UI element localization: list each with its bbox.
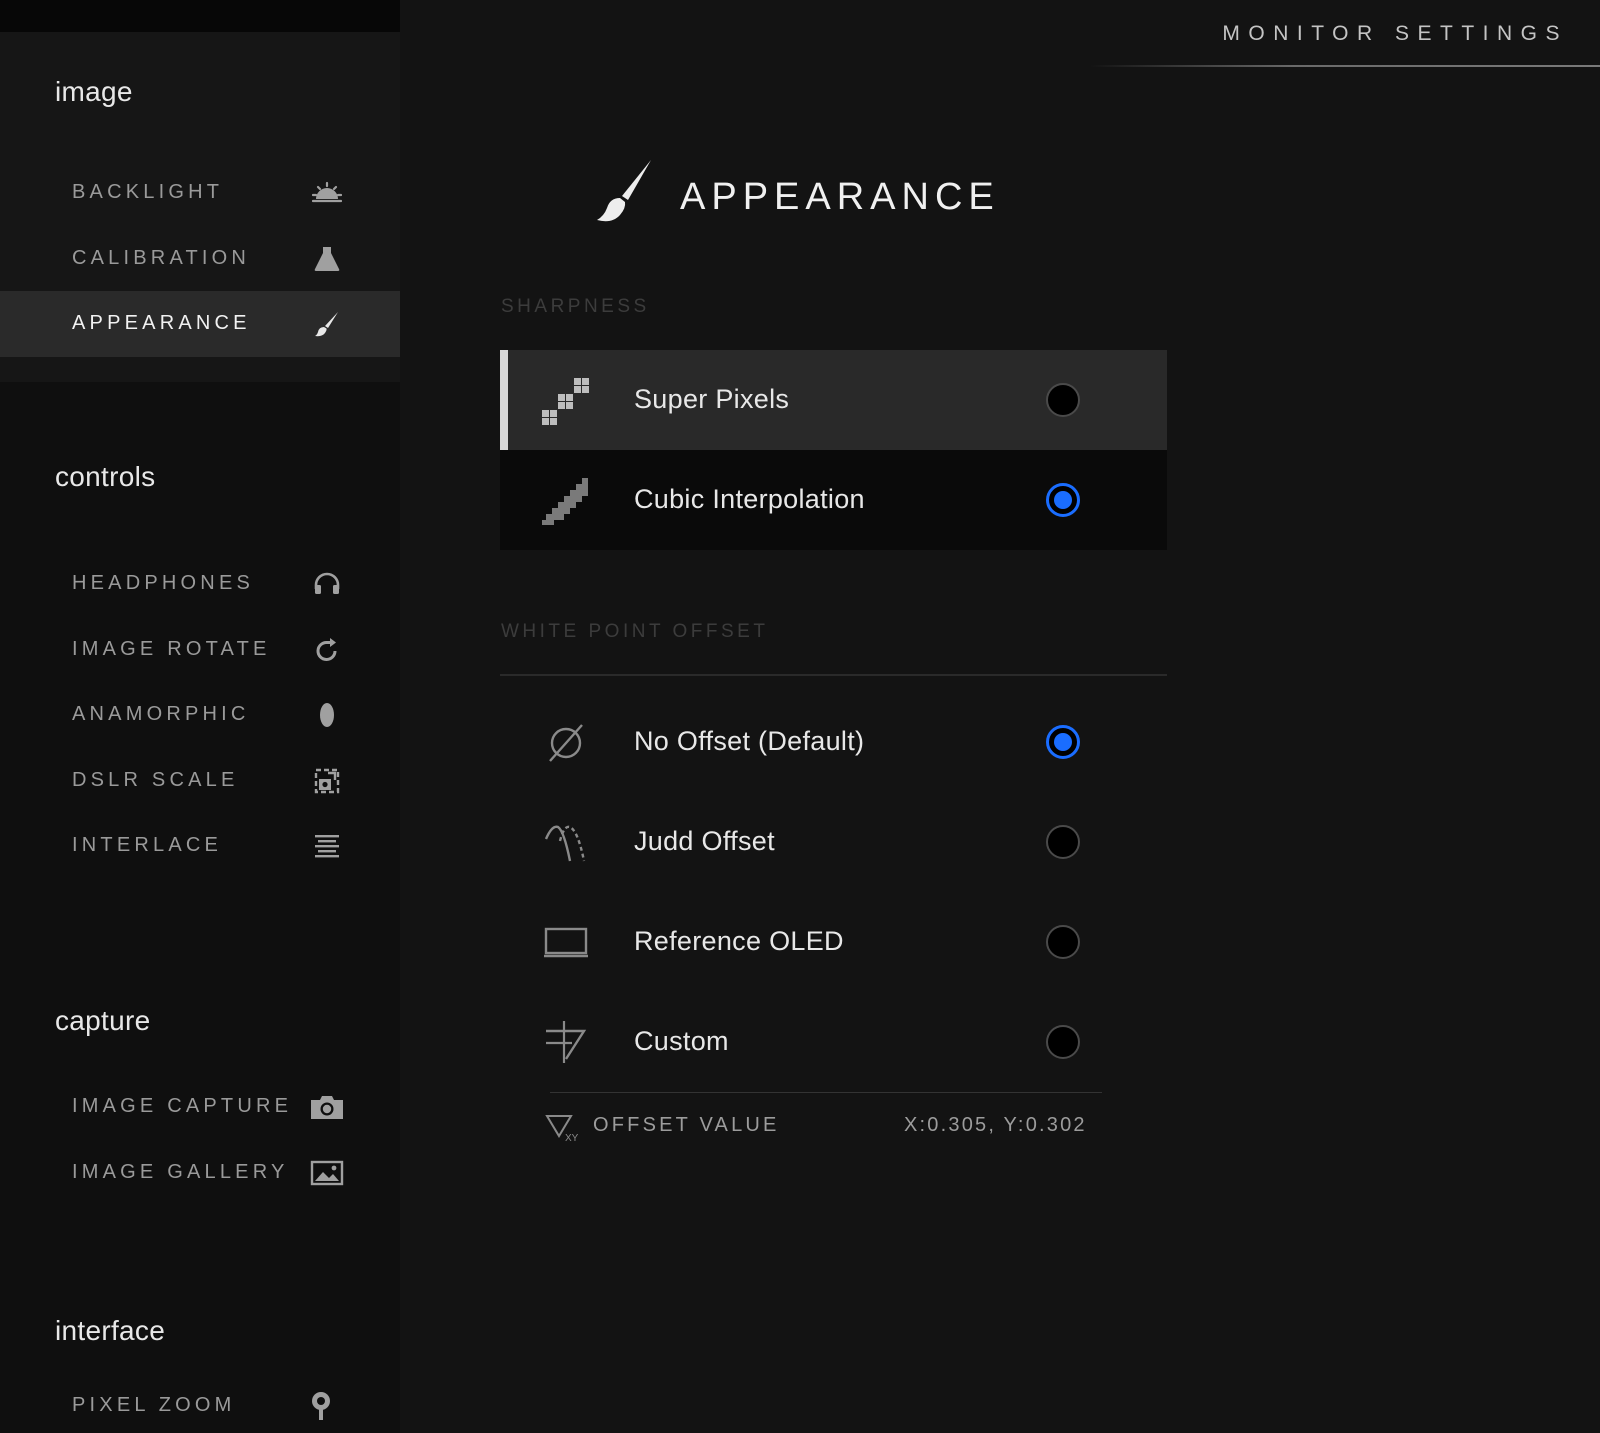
xy-offset-icon: XY: [545, 1112, 579, 1144]
radio-button[interactable]: [1046, 383, 1080, 417]
sidebar-item-appearance[interactable]: APPEARANCE: [0, 291, 400, 357]
sidebar-item-image-capture[interactable]: IMAGE CAPTURE: [0, 1074, 400, 1140]
sidebar-item-backlight[interactable]: BACKLIGHT: [0, 160, 400, 226]
app-title: MONITOR SETTINGS: [1222, 22, 1568, 45]
no-offset-icon: [542, 719, 590, 765]
section-label-sharpness: SHARPNESS: [501, 296, 650, 317]
sidebar-item-label: IMAGE CAPTURE: [72, 1095, 293, 1117]
sidebar-item-label: ANAMORPHIC: [72, 703, 250, 725]
sidebar-item-image-rotate[interactable]: IMAGE ROTATE: [0, 617, 400, 683]
radio-button[interactable]: [1046, 825, 1080, 859]
option-custom[interactable]: Custom: [500, 992, 1167, 1092]
sidebar-item-label: IMAGE ROTATE: [72, 638, 271, 660]
super-pixels-icon: [540, 376, 592, 426]
dslr-scale-icon: [310, 764, 344, 798]
sidebar-item-calibration[interactable]: CALIBRATION: [0, 226, 400, 292]
sidebar-item-label: HEADPHONES: [72, 572, 255, 594]
sidebar-item-anamorphic[interactable]: ANAMORPHIC: [0, 682, 400, 748]
offset-value-label: OFFSET VALUE: [593, 1114, 780, 1136]
anamorphic-icon: [310, 698, 344, 732]
section-label-white-point-offset: WHITE POINT OFFSET: [501, 621, 769, 642]
page-title: APPEARANCE: [680, 176, 1000, 218]
rotate-icon: [310, 633, 344, 667]
option-cubic-interpolation[interactable]: Cubic Interpolation: [500, 450, 1167, 550]
sidebar-item-label: IMAGE GALLERY: [72, 1161, 289, 1183]
headphones-icon: [310, 567, 344, 601]
camera-icon: [310, 1090, 344, 1124]
radio-button[interactable]: [1046, 925, 1080, 959]
group-title-controls: controls: [55, 461, 156, 492]
sidebar-item-dslr-scale[interactable]: DSLR SCALE: [0, 748, 400, 814]
sidebar-item-pixel-zoom[interactable]: PIXEL ZOOM: [0, 1373, 400, 1433]
sidebar-item-interlace[interactable]: INTERLACE: [0, 813, 400, 879]
pixel-zoom-icon: [304, 1389, 338, 1423]
offset-value: X:0.305, Y:0.302: [904, 1114, 1087, 1136]
option-reference-oled[interactable]: Reference OLED: [500, 892, 1167, 992]
section-divider: [500, 674, 1167, 676]
option-label: No Offset (Default): [634, 726, 865, 756]
backlight-icon: [310, 176, 344, 210]
judd-offset-icon: [542, 819, 590, 865]
radio-button[interactable]: [1046, 1025, 1080, 1059]
custom-offset-icon: [542, 1019, 590, 1065]
gallery-icon: [310, 1156, 344, 1190]
header-divider: [1090, 65, 1600, 67]
sidebar-item-image-gallery[interactable]: IMAGE GALLERY: [0, 1140, 400, 1206]
group-title-image: image: [55, 76, 133, 107]
calibration-icon: [310, 242, 344, 276]
option-label: Reference OLED: [634, 926, 844, 956]
sidebar-item-label: APPEARANCE: [72, 312, 251, 334]
option-label: Judd Offset: [634, 826, 775, 856]
sidebar-item-label: PIXEL ZOOM: [72, 1394, 236, 1416]
radio-button-selected[interactable]: [1046, 725, 1080, 759]
cubic-interpolation-icon: [540, 476, 592, 526]
interlace-icon: [310, 829, 344, 863]
sidebar-group-image: image BACKLIGHT CALIBRATION APPEARANCE: [0, 32, 400, 382]
option-label: Super Pixels: [634, 384, 790, 414]
sidebar-item-label: INTERLACE: [72, 834, 223, 856]
offset-divider: [550, 1092, 1102, 1093]
sidebar-item-label: BACKLIGHT: [72, 181, 224, 203]
radio-button-selected[interactable]: [1046, 483, 1080, 517]
group-title-capture: capture: [55, 1005, 151, 1036]
sidebar-item-headphones[interactable]: HEADPHONES: [0, 551, 400, 617]
option-label: Cubic Interpolation: [634, 484, 865, 514]
option-no-offset[interactable]: No Offset (Default): [500, 692, 1167, 792]
oled-monitor-icon: [542, 919, 590, 965]
brush-icon: [310, 307, 344, 341]
brush-icon: [594, 158, 654, 224]
sidebar-top-strip: [0, 0, 400, 32]
svg-text:XY: XY: [565, 1133, 579, 1142]
group-title-interface: interface: [55, 1315, 166, 1346]
sidebar-item-label: CALIBRATION: [72, 247, 251, 269]
option-super-pixels[interactable]: Super Pixels: [500, 350, 1167, 450]
sidebar: image BACKLIGHT CALIBRATION APPEARANCE c…: [0, 0, 400, 1433]
option-label: Custom: [634, 1026, 729, 1056]
option-judd-offset[interactable]: Judd Offset: [500, 792, 1167, 892]
sidebar-item-label: DSLR SCALE: [72, 769, 239, 791]
